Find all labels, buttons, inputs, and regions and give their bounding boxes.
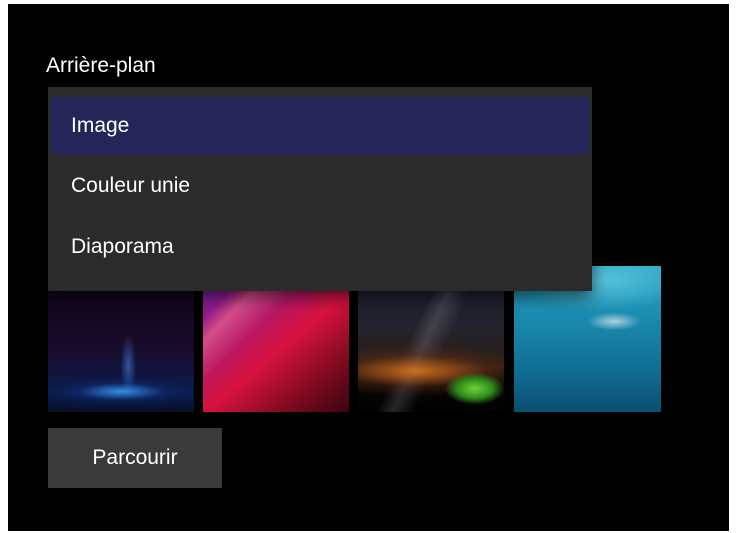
section-title: Arrière-plan bbox=[46, 54, 156, 77]
browse-button[interactable]: Parcourir bbox=[48, 428, 222, 488]
settings-panel: Arrière-plan Image Couleur unie Diaporam… bbox=[8, 4, 729, 531]
dropdown-option-solid-color[interactable]: Couleur unie bbox=[51, 157, 589, 215]
dropdown-option-image[interactable]: Image bbox=[51, 97, 589, 155]
dropdown-option-slideshow[interactable]: Diaporama bbox=[51, 218, 589, 276]
background-type-dropdown-menu: Image Couleur unie Diaporama bbox=[48, 87, 592, 291]
